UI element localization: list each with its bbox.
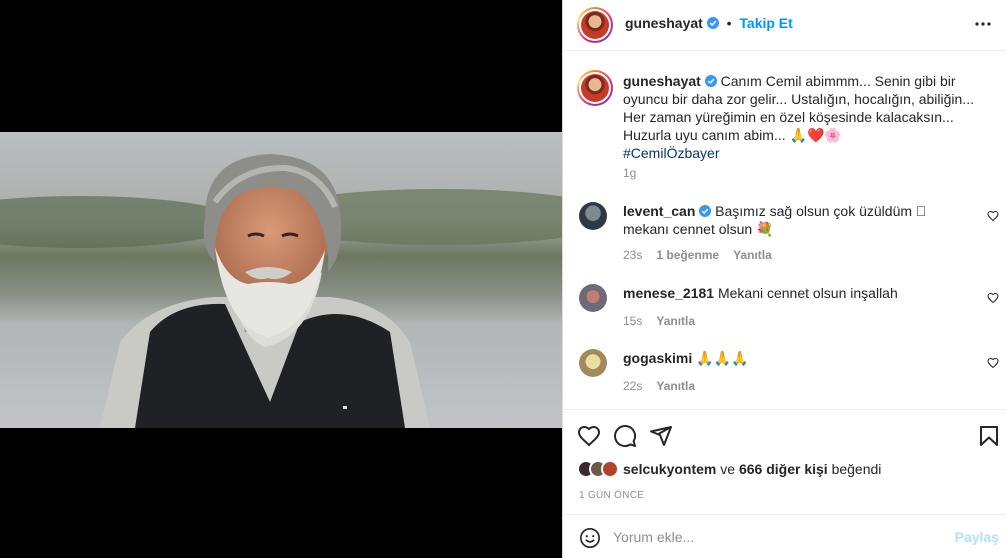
- more-options-icon[interactable]: [973, 14, 993, 34]
- liker-avatar[interactable]: [601, 460, 619, 478]
- comment-heart-icon[interactable]: [987, 210, 999, 222]
- caption-timestamp[interactable]: 1g: [623, 166, 636, 180]
- emoji-icon[interactable]: [579, 527, 601, 549]
- comment-heart-icon[interactable]: [987, 292, 999, 304]
- commenter-avatar[interactable]: [579, 284, 607, 312]
- caption-author-avatar[interactable]: [577, 70, 613, 106]
- likes-summary: selcukyontem ve 666 diğer kişi beğendi: [577, 460, 881, 478]
- verified-icon: [704, 75, 717, 87]
- comment-text: 🙏🙏🙏: [696, 350, 749, 366]
- follow-button[interactable]: Takip Et: [739, 15, 792, 31]
- post-media[interactable]: [0, 0, 562, 558]
- author-avatar[interactable]: [577, 7, 613, 43]
- author-username[interactable]: guneshayat: [625, 15, 703, 31]
- post-timestamp[interactable]: 1 GÜN ÖNCE: [579, 490, 644, 501]
- comment-time[interactable]: 22s: [623, 379, 642, 393]
- comment-time[interactable]: 15s: [623, 314, 642, 328]
- commenter-username[interactable]: levent_can: [623, 203, 695, 219]
- caption-username[interactable]: guneshayat: [623, 73, 701, 89]
- comment-meta: 22s Yanıtla: [623, 379, 695, 393]
- comment-meta: 23s 1 beğenme Yanıtla: [623, 248, 772, 262]
- caption-hashtag[interactable]: #CemilÖzbayer: [623, 145, 719, 161]
- comment-heart-icon[interactable]: [987, 357, 999, 369]
- post-photo[interactable]: [0, 132, 562, 428]
- share-icon[interactable]: [649, 424, 673, 448]
- post-header: guneshayat • Takip Et: [563, 0, 1006, 51]
- post-actions: selcukyontem ve 666 diğer kişi beğendi 1…: [563, 409, 1006, 513]
- post-side-panel: guneshayat • Takip Et guneshayat Canım C…: [562, 0, 1006, 558]
- liker-username[interactable]: selcukyontem: [623, 461, 716, 477]
- comment-meta: 15s Yanıtla: [623, 314, 695, 328]
- comment-like-count[interactable]: 1 beğenme: [656, 248, 719, 262]
- commenter-avatar[interactable]: [579, 349, 607, 377]
- comment-reply-button[interactable]: Yanıtla: [733, 248, 772, 262]
- other-likers-link[interactable]: 666 diğer kişi: [739, 461, 828, 477]
- comment-reply-button[interactable]: Yanıtla: [656, 314, 695, 328]
- bookmark-icon[interactable]: [977, 424, 1001, 448]
- commenter-username[interactable]: gogaskimi: [623, 350, 692, 366]
- comment-text: Mekani cennet olsun inşallah: [717, 285, 898, 301]
- post-caption: guneshayat Canım Cemil abimmm... Senin g…: [623, 72, 993, 162]
- heart-icon[interactable]: [577, 424, 601, 448]
- comment-composer: Paylaş: [563, 514, 1006, 558]
- post-dialog: guneshayat • Takip Et guneshayat Canım C…: [0, 0, 1006, 558]
- comment-reply-button[interactable]: Yanıtla: [656, 379, 695, 393]
- comment-input[interactable]: [613, 529, 933, 545]
- commenter-avatar[interactable]: [579, 202, 607, 230]
- portrait-image: [0, 132, 562, 428]
- commenter-username[interactable]: menese_2181: [623, 285, 714, 301]
- verified-icon: [706, 17, 719, 29]
- post-comment-button[interactable]: Paylaş: [955, 529, 999, 545]
- comment-icon[interactable]: [613, 424, 637, 448]
- verified-icon: [699, 205, 712, 217]
- comment-time[interactable]: 23s: [623, 248, 642, 262]
- comments-scroll-area[interactable]: guneshayat Canım Cemil abimmm... Senin g…: [563, 52, 1006, 409]
- header-author-line: guneshayat • Takip Et: [625, 15, 793, 31]
